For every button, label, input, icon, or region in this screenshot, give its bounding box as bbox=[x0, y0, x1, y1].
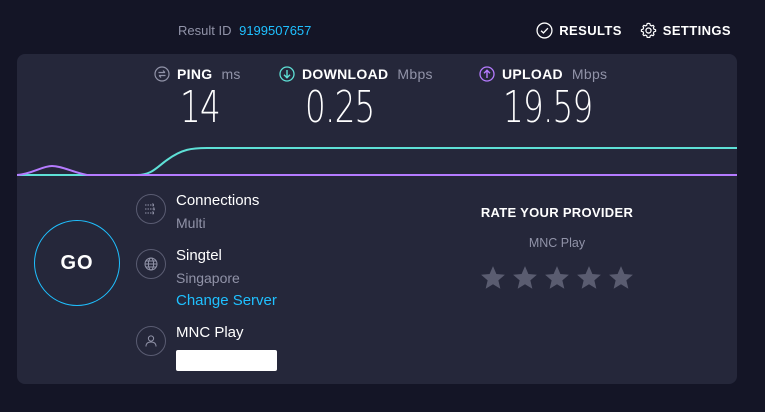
results-label: RESULTS bbox=[559, 23, 622, 38]
user-icon bbox=[145, 335, 157, 347]
settings-button[interactable]: SETTINGS bbox=[640, 22, 731, 39]
star-icon[interactable] bbox=[479, 264, 507, 292]
star-rating bbox=[467, 264, 647, 292]
result-id-link[interactable]: 9199507657 bbox=[239, 23, 311, 38]
connections-row: Connections Multi bbox=[136, 192, 259, 232]
rate-title: RATE YOUR PROVIDER bbox=[480, 205, 634, 220]
server-location: Singapore bbox=[176, 270, 240, 286]
result-id-label: Result ID 9199507657 bbox=[178, 23, 311, 38]
upload-arrow-icon bbox=[479, 66, 495, 82]
upload-label: UPLOAD bbox=[502, 66, 563, 82]
rate-provider: RATE YOUR PROVIDER MNC Play bbox=[467, 205, 647, 292]
connections-icon-wrap bbox=[136, 194, 166, 224]
download-unit: Mbps bbox=[397, 66, 433, 82]
settings-label: SETTINGS bbox=[662, 23, 731, 38]
ping-unit: ms bbox=[221, 66, 241, 82]
upload-speed-line bbox=[17, 164, 737, 176]
globe-icon bbox=[144, 257, 158, 271]
user-icon-wrap bbox=[136, 326, 166, 356]
upload-unit: Mbps bbox=[571, 66, 608, 82]
upload-metric: UPLOAD Mbps 19.59 bbox=[479, 66, 624, 132]
results-panel: PING ms 14 DOWNLOAD Mbps 0.25 UPLOAD Mbp… bbox=[17, 54, 737, 384]
download-speed-line bbox=[17, 147, 737, 176]
isp-name: MNC Play bbox=[176, 324, 244, 341]
speed-graph bbox=[17, 147, 737, 176]
ping-header: PING ms bbox=[154, 66, 241, 82]
ping-value: 14 bbox=[180, 82, 221, 133]
star-icon[interactable] bbox=[607, 264, 635, 292]
results-button[interactable]: RESULTS bbox=[536, 22, 622, 39]
header-nav: RESULTS SETTINGS bbox=[536, 22, 731, 39]
ping-metric: PING ms 14 bbox=[154, 66, 241, 132]
star-icon[interactable] bbox=[575, 264, 603, 292]
connections-icon bbox=[145, 203, 156, 215]
upload-header: UPLOAD Mbps bbox=[479, 66, 624, 82]
server-row: Singtel Singapore Change Server bbox=[136, 247, 277, 310]
isp-row: MNC Play bbox=[136, 324, 277, 371]
star-icon[interactable] bbox=[511, 264, 539, 292]
isp-rename-field[interactable] bbox=[176, 350, 277, 371]
download-header: DOWNLOAD Mbps bbox=[279, 66, 433, 82]
rate-isp-name: MNC Play bbox=[528, 236, 586, 250]
globe-icon-wrap bbox=[136, 249, 166, 279]
ping-icon bbox=[154, 66, 170, 82]
connections-title: Connections bbox=[176, 192, 260, 209]
change-server-link[interactable]: Change Server bbox=[176, 292, 277, 310]
download-label: DOWNLOAD bbox=[302, 66, 389, 82]
download-metric: DOWNLOAD Mbps 0.25 bbox=[279, 66, 433, 132]
download-value: 0.25 bbox=[305, 82, 375, 133]
go-button[interactable]: GO bbox=[34, 220, 120, 306]
star-icon[interactable] bbox=[543, 264, 571, 292]
ping-label: PING bbox=[177, 66, 213, 82]
connections-value[interactable]: Multi bbox=[176, 215, 259, 232]
download-arrow-icon bbox=[279, 66, 295, 82]
check-circle-icon bbox=[536, 22, 553, 39]
result-label: Result ID bbox=[178, 23, 232, 38]
upload-value: 19.59 bbox=[503, 82, 593, 133]
gear-icon bbox=[640, 22, 656, 38]
server-name: Singtel bbox=[176, 247, 222, 264]
